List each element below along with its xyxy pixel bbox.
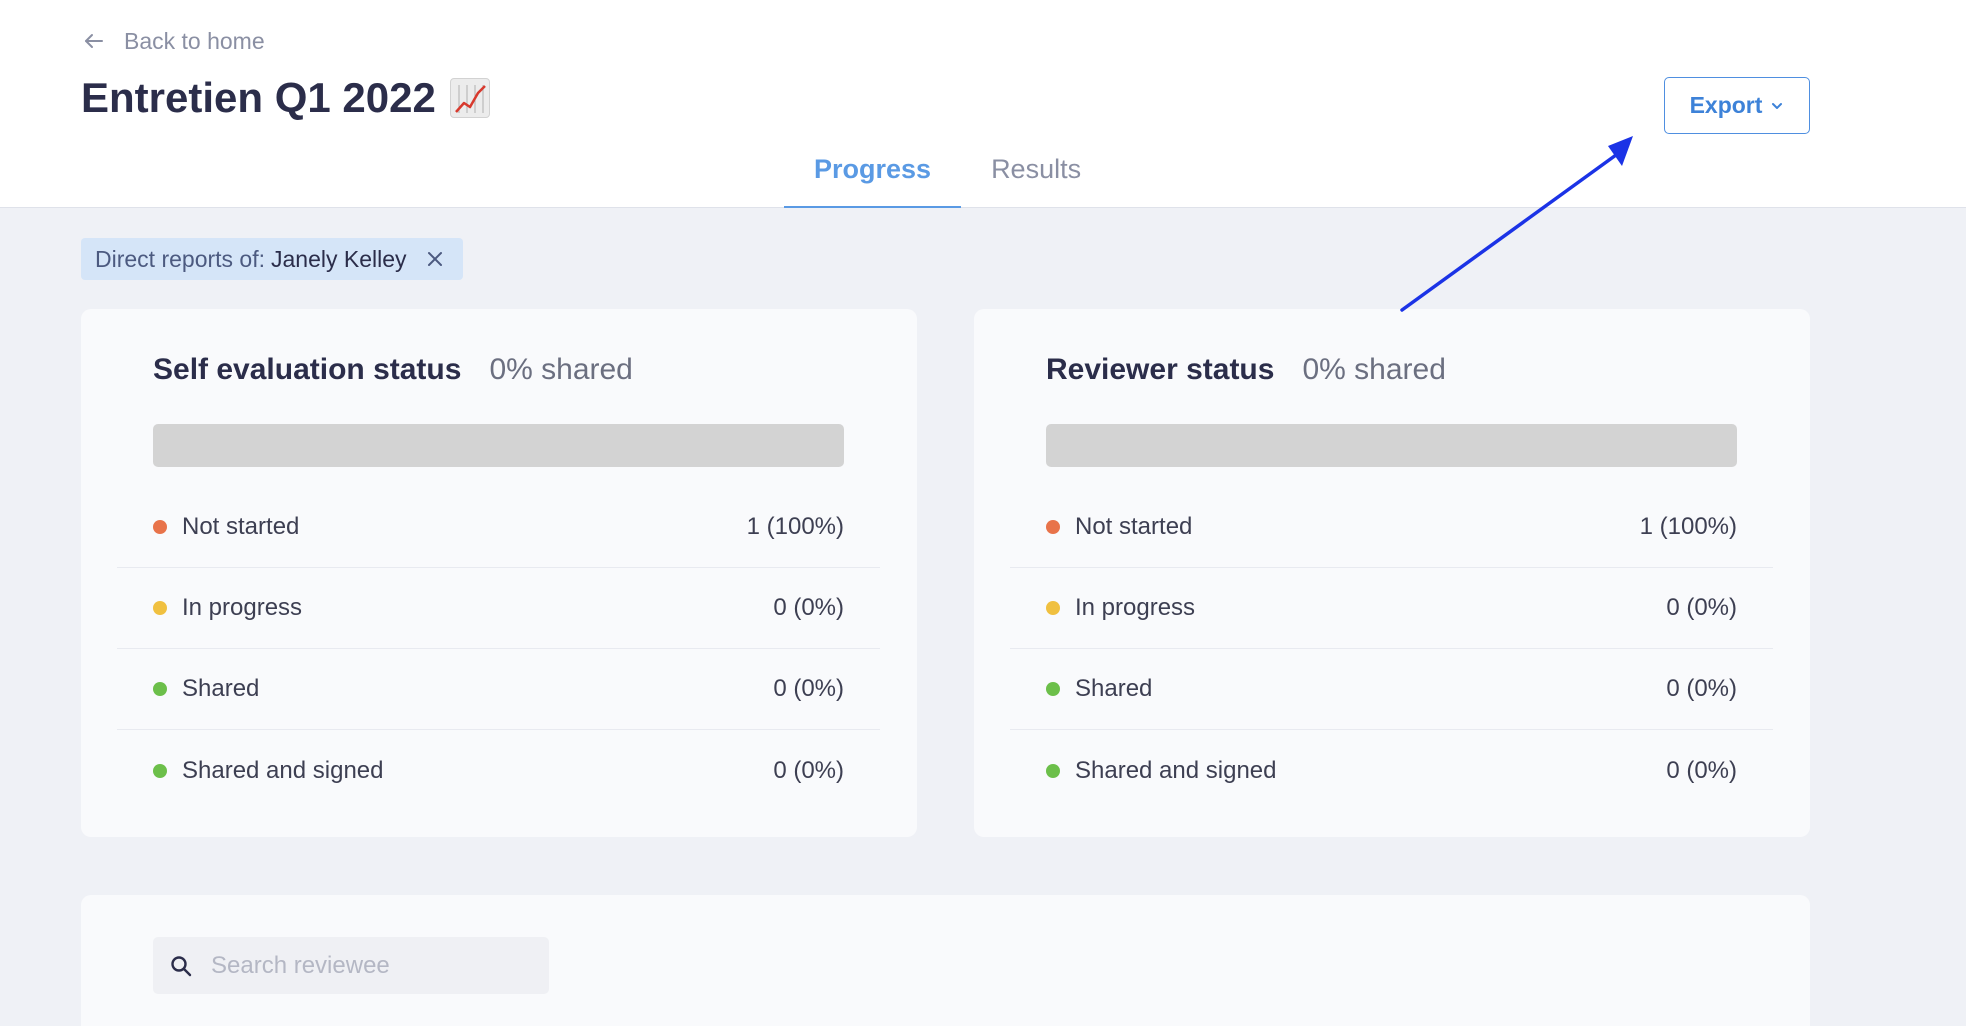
tab-bar: Progress Results	[784, 140, 1111, 208]
tab-progress[interactable]: Progress	[784, 140, 962, 208]
export-label: Export	[1689, 92, 1763, 118]
status-dot	[1046, 601, 1060, 615]
page-title: Entretien Q1 2022	[81, 74, 490, 122]
search-box[interactable]	[153, 937, 549, 994]
page-header: Back to home Entretien Q1 2022 Export Pr…	[0, 0, 1966, 208]
status-label: Not started	[1075, 513, 1193, 540]
status-count: 0 (0%)	[1666, 756, 1737, 784]
self-evaluation-card: Self evaluation status 0% shared Not sta…	[81, 309, 917, 837]
status-label: In progress	[1075, 594, 1196, 621]
back-to-home-link[interactable]: Back to home	[82, 24, 265, 58]
filter-chip: Direct reports of: Janely Kelley	[81, 238, 463, 280]
status-dot	[1046, 682, 1060, 696]
status-row: Not started 1 (100%)	[117, 487, 880, 568]
export-button[interactable]: Export	[1664, 77, 1810, 134]
status-count: 0 (0%)	[773, 756, 844, 784]
status-label: Shared	[1075, 675, 1153, 702]
status-row: Shared 0 (0%)	[1010, 649, 1773, 730]
filter-value: Janely Kelley	[271, 245, 407, 272]
reviewer-header: Reviewer status 0% shared	[1046, 353, 1446, 387]
status-label: Not started	[182, 513, 300, 540]
reviewer-card: Reviewer status 0% shared Not started 1 …	[974, 309, 1810, 837]
status-dot	[153, 682, 167, 696]
status-label: Shared and signed	[1075, 756, 1277, 784]
chevron-down-icon	[1772, 102, 1783, 109]
status-count: 0 (0%)	[1666, 675, 1737, 702]
status-row: Shared and signed 0 (0%)	[1010, 730, 1773, 811]
status-dot	[153, 520, 167, 534]
page-title-text: Entretien Q1 2022	[81, 74, 436, 121]
arrow-left-icon	[85, 34, 103, 48]
status-row: In progress 0 (0%)	[117, 568, 880, 649]
status-count: 0 (0%)	[1666, 594, 1737, 621]
status-label: Shared and signed	[182, 756, 384, 784]
status-row: Shared 0 (0%)	[117, 649, 880, 730]
status-dot	[153, 763, 167, 778]
self-evaluation-shared-pct: 0% shared	[489, 353, 633, 386]
search-icon	[171, 955, 192, 976]
reviewee-list-card	[81, 895, 1810, 1026]
status-dot	[1046, 763, 1060, 778]
status-label: In progress	[182, 594, 303, 621]
search-input[interactable]	[211, 951, 531, 980]
status-row: In progress 0 (0%)	[1010, 568, 1773, 649]
back-link-label: Back to home	[124, 27, 265, 54]
self-evaluation-progress-bar	[153, 424, 844, 467]
status-count: 0 (0%)	[773, 594, 844, 621]
reviewer-shared-pct: 0% shared	[1302, 353, 1446, 386]
reviewer-progress-bar	[1046, 424, 1737, 467]
filter-prefix: Direct reports of:	[95, 245, 265, 272]
chart-increasing-icon	[449, 78, 490, 118]
status-count: 1 (100%)	[746, 513, 844, 540]
reviewer-title: Reviewer status	[1046, 353, 1275, 386]
self-evaluation-header: Self evaluation status 0% shared	[153, 353, 633, 387]
status-count: 1 (100%)	[1639, 513, 1737, 540]
self-evaluation-status-list: Not started 1 (100%) In progress 0 (0%) …	[117, 487, 880, 811]
status-dot	[1046, 520, 1060, 534]
status-dot	[153, 601, 167, 615]
self-evaluation-title: Self evaluation status	[153, 353, 462, 386]
tab-results[interactable]: Results	[961, 140, 1111, 208]
status-label: Shared	[182, 675, 260, 702]
status-count: 0 (0%)	[773, 675, 844, 702]
status-row: Not started 1 (100%)	[1010, 487, 1773, 568]
reviewer-status-list: Not started 1 (100%) In progress 0 (0%) …	[1010, 487, 1773, 811]
close-icon[interactable]	[425, 249, 445, 269]
status-row: Shared and signed 0 (0%)	[117, 730, 880, 811]
